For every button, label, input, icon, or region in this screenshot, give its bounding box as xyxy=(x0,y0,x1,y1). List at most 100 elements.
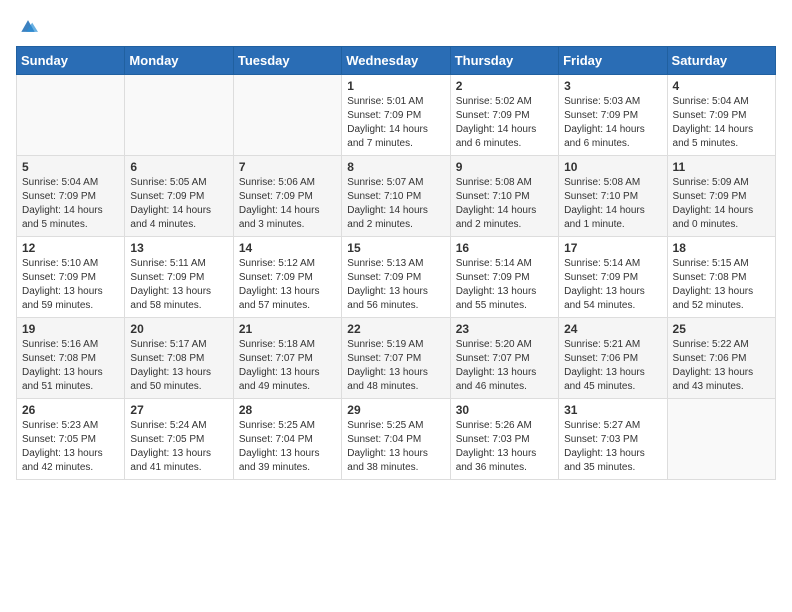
calendar-cell: 13 Sunrise: 5:11 AM Sunset: 7:09 PM Dayli… xyxy=(125,237,233,318)
day-number: 6 xyxy=(130,160,227,174)
day-number: 15 xyxy=(347,241,444,255)
day-info: Sunrise: 5:02 AM Sunset: 7:09 PM Dayligh… xyxy=(456,95,553,151)
day-info: Sunrise: 5:21 AM Sunset: 7:06 PM Dayligh… xyxy=(564,338,661,394)
day-number: 22 xyxy=(347,322,444,336)
day-info: Sunrise: 5:04 AM Sunset: 7:09 PM Dayligh… xyxy=(673,95,770,151)
day-info: Sunrise: 5:25 AM Sunset: 7:04 PM Dayligh… xyxy=(347,419,444,475)
day-number: 19 xyxy=(22,322,119,336)
calendar-cell: 28Sunrise: 5:25 AM Sunset: 7:04 PM Dayli… xyxy=(233,399,341,480)
calendar-cell: 27Sunrise: 5:24 AM Sunset: 7:05 PM Dayli… xyxy=(125,399,233,480)
calendar-cell: 26 Sunrise: 5:23 AM Sunset: 7:05 PM Dayli… xyxy=(17,399,125,480)
calendar-cell: 10 Sunrise: 5:08 AM Sunset: 7:10 PM Dayli… xyxy=(559,156,667,237)
calendar-table: SundayMondayTuesdayWednesdayThursdayFrid… xyxy=(16,46,776,480)
day-info: Sunrise: 5:08 AM Sunset: 7:10 PM Dayligh… xyxy=(456,176,553,232)
day-number: 5 xyxy=(22,160,119,174)
day-info: Sunrise: 5:12 AM Sunset: 7:09 PM Dayligh… xyxy=(239,257,336,313)
day-number: 20 xyxy=(130,322,227,336)
calendar-cell: 14 Sunrise: 5:12 AM Sunset: 7:09 PM Dayli… xyxy=(233,237,341,318)
calendar-cell: 15 Sunrise: 5:13 AM Sunset: 7:09 PM Dayli… xyxy=(342,237,450,318)
day-number: 16 xyxy=(456,241,553,255)
day-info: Sunrise: 5:07 AM Sunset: 7:10 PM Dayligh… xyxy=(347,176,444,232)
weekday-header-tuesday: Tuesday xyxy=(233,47,341,75)
calendar-cell: 2Sunrise: 5:02 AM Sunset: 7:09 PM Daylig… xyxy=(450,75,558,156)
calendar-cell xyxy=(233,75,341,156)
day-info: Sunrise: 5:04 AM Sunset: 7:09 PM Dayligh… xyxy=(22,176,119,232)
day-info: Sunrise: 5:22 AM Sunset: 7:06 PM Dayligh… xyxy=(673,338,770,394)
calendar-cell: 17Sunrise: 5:14 AM Sunset: 7:09 PM Dayli… xyxy=(559,237,667,318)
day-info: Sunrise: 5:16 AM Sunset: 7:08 PM Dayligh… xyxy=(22,338,119,394)
day-number: 9 xyxy=(456,160,553,174)
day-info: Sunrise: 5:10 AM Sunset: 7:09 PM Dayligh… xyxy=(22,257,119,313)
calendar-cell: 21Sunrise: 5:18 AM Sunset: 7:07 PM Dayli… xyxy=(233,318,341,399)
calendar-cell: 6 Sunrise: 5:05 AM Sunset: 7:09 PM Daylig… xyxy=(125,156,233,237)
day-number: 27 xyxy=(130,403,227,417)
day-number: 24 xyxy=(564,322,661,336)
day-info: Sunrise: 5:20 AM Sunset: 7:07 PM Dayligh… xyxy=(456,338,553,394)
calendar-cell: 7 Sunrise: 5:06 AM Sunset: 7:09 PM Daylig… xyxy=(233,156,341,237)
day-info: Sunrise: 5:23 AM Sunset: 7:05 PM Dayligh… xyxy=(22,419,119,475)
calendar-cell: 5 Sunrise: 5:04 AM Sunset: 7:09 PM Daylig… xyxy=(17,156,125,237)
day-info: Sunrise: 5:08 AM Sunset: 7:10 PM Dayligh… xyxy=(564,176,661,232)
day-info: Sunrise: 5:01 AM Sunset: 7:09 PM Dayligh… xyxy=(347,95,444,151)
calendar-week-row: 1 Sunrise: 5:01 AM Sunset: 7:09 PM Daylig… xyxy=(17,75,776,156)
day-info: Sunrise: 5:25 AM Sunset: 7:04 PM Dayligh… xyxy=(239,419,336,475)
day-number: 23 xyxy=(456,322,553,336)
calendar-week-row: 12 Sunrise: 5:10 AM Sunset: 7:09 PM Dayli… xyxy=(17,237,776,318)
day-number: 13 xyxy=(130,241,227,255)
calendar-cell: 30 Sunrise: 5:26 AM Sunset: 7:03 PM Dayli… xyxy=(450,399,558,480)
weekday-header-thursday: Thursday xyxy=(450,47,558,75)
day-number: 18 xyxy=(673,241,770,255)
calendar-cell: 29 Sunrise: 5:25 AM Sunset: 7:04 PM Dayli… xyxy=(342,399,450,480)
calendar-cell xyxy=(17,75,125,156)
calendar-cell: 31 Sunrise: 5:27 AM Sunset: 7:03 PM Dayli… xyxy=(559,399,667,480)
day-info: Sunrise: 5:06 AM Sunset: 7:09 PM Dayligh… xyxy=(239,176,336,232)
logo-icon xyxy=(18,16,38,36)
calendar-week-row: 26 Sunrise: 5:23 AM Sunset: 7:05 PM Dayli… xyxy=(17,399,776,480)
calendar-cell: 3 Sunrise: 5:03 AM Sunset: 7:09 PM Daylig… xyxy=(559,75,667,156)
day-info: Sunrise: 5:11 AM Sunset: 7:09 PM Dayligh… xyxy=(130,257,227,313)
day-info: Sunrise: 5:18 AM Sunset: 7:07 PM Dayligh… xyxy=(239,338,336,394)
day-number: 4 xyxy=(673,79,770,93)
calendar-cell: 18 Sunrise: 5:15 AM Sunset: 7:08 PM Dayli… xyxy=(667,237,775,318)
calendar-cell: 11 Sunrise: 5:09 AM Sunset: 7:09 PM Dayli… xyxy=(667,156,775,237)
day-info: Sunrise: 5:19 AM Sunset: 7:07 PM Dayligh… xyxy=(347,338,444,394)
day-info: Sunrise: 5:13 AM Sunset: 7:09 PM Dayligh… xyxy=(347,257,444,313)
logo xyxy=(16,16,38,36)
day-number: 1 xyxy=(347,79,444,93)
calendar-cell: 16Sunrise: 5:14 AM Sunset: 7:09 PM Dayli… xyxy=(450,237,558,318)
day-number: 31 xyxy=(564,403,661,417)
calendar-cell: 23 Sunrise: 5:20 AM Sunset: 7:07 PM Dayli… xyxy=(450,318,558,399)
day-info: Sunrise: 5:03 AM Sunset: 7:09 PM Dayligh… xyxy=(564,95,661,151)
day-number: 12 xyxy=(22,241,119,255)
day-number: 14 xyxy=(239,241,336,255)
day-info: Sunrise: 5:05 AM Sunset: 7:09 PM Dayligh… xyxy=(130,176,227,232)
calendar-cell: 1 Sunrise: 5:01 AM Sunset: 7:09 PM Daylig… xyxy=(342,75,450,156)
calendar-cell: 25 Sunrise: 5:22 AM Sunset: 7:06 PM Dayli… xyxy=(667,318,775,399)
day-info: Sunrise: 5:15 AM Sunset: 7:08 PM Dayligh… xyxy=(673,257,770,313)
day-number: 11 xyxy=(673,160,770,174)
calendar-cell: 24 Sunrise: 5:21 AM Sunset: 7:06 PM Dayli… xyxy=(559,318,667,399)
day-number: 29 xyxy=(347,403,444,417)
day-info: Sunrise: 5:17 AM Sunset: 7:08 PM Dayligh… xyxy=(130,338,227,394)
calendar-cell: 8 Sunrise: 5:07 AM Sunset: 7:10 PM Daylig… xyxy=(342,156,450,237)
day-number: 3 xyxy=(564,79,661,93)
day-info: Sunrise: 5:14 AM Sunset: 7:09 PM Dayligh… xyxy=(564,257,661,313)
day-number: 7 xyxy=(239,160,336,174)
day-number: 8 xyxy=(347,160,444,174)
day-info: Sunrise: 5:26 AM Sunset: 7:03 PM Dayligh… xyxy=(456,419,553,475)
day-number: 25 xyxy=(673,322,770,336)
weekday-header-row: SundayMondayTuesdayWednesdayThursdayFrid… xyxy=(17,47,776,75)
day-info: Sunrise: 5:09 AM Sunset: 7:09 PM Dayligh… xyxy=(673,176,770,232)
day-number: 26 xyxy=(22,403,119,417)
weekday-header-saturday: Saturday xyxy=(667,47,775,75)
day-number: 30 xyxy=(456,403,553,417)
calendar-cell: 19 Sunrise: 5:16 AM Sunset: 7:08 PM Dayli… xyxy=(17,318,125,399)
calendar-cell: 12 Sunrise: 5:10 AM Sunset: 7:09 PM Dayli… xyxy=(17,237,125,318)
calendar-cell xyxy=(667,399,775,480)
weekday-header-friday: Friday xyxy=(559,47,667,75)
day-info: Sunrise: 5:27 AM Sunset: 7:03 PM Dayligh… xyxy=(564,419,661,475)
calendar-cell: 9 Sunrise: 5:08 AM Sunset: 7:10 PM Daylig… xyxy=(450,156,558,237)
day-number: 10 xyxy=(564,160,661,174)
calendar-cell xyxy=(125,75,233,156)
weekday-header-wednesday: Wednesday xyxy=(342,47,450,75)
